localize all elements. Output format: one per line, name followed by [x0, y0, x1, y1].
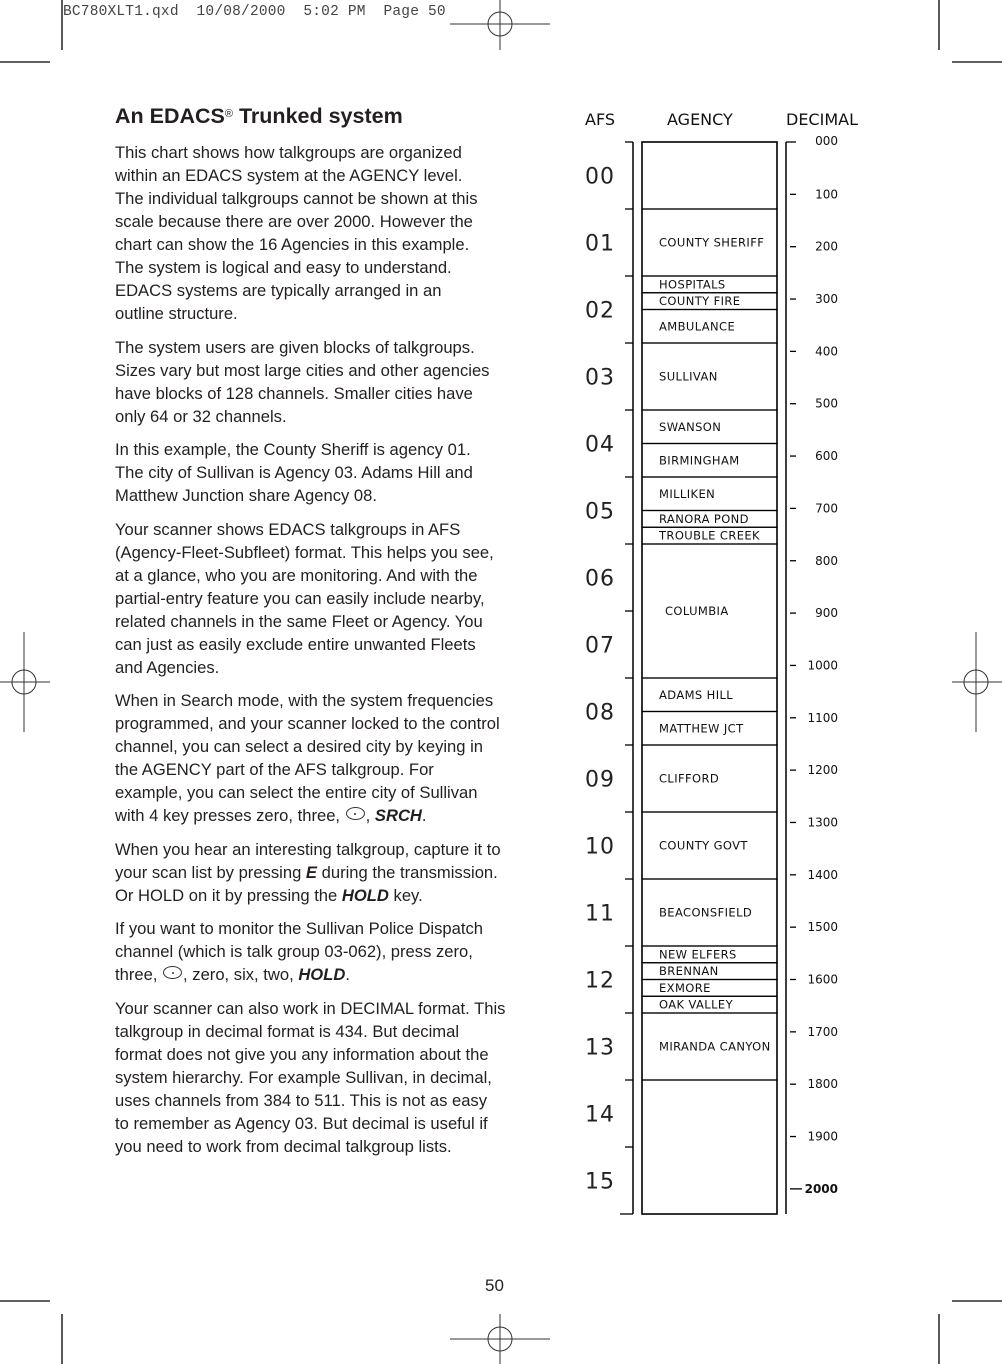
afs-label-01: 01	[585, 232, 615, 257]
decimal-label-1900: 1900	[807, 1130, 838, 1144]
agency-label: ADAMS HILL	[659, 688, 733, 702]
afs-label-05: 05	[585, 500, 615, 525]
afs-label-09: 09	[585, 768, 615, 793]
decimal-label-300: 300	[815, 292, 838, 306]
afs-label-06: 06	[585, 567, 615, 592]
decimal-label-1800: 1800	[807, 1077, 838, 1091]
afs-label-02: 02	[585, 299, 615, 324]
decimal-label-1400: 1400	[807, 868, 838, 882]
decimal-label-100: 100	[815, 187, 838, 201]
page-number: 50	[485, 1276, 504, 1295]
agency-label: MATTHEW JCT	[659, 721, 744, 735]
decimal-label-1700: 1700	[807, 1025, 838, 1039]
decimal-axis: 000 100 200 300 400 500 600 700 800 900 1000 1100 12…	[785, 134, 838, 1214]
decimal-label-1000: 1000	[807, 658, 838, 672]
afs-axis: 00 01 02 03 04 05 06 07 08 09 10 11 12 13 14 15	[585, 141, 634, 1215]
agency-label: COLUMBIA	[665, 604, 729, 618]
afs-label-10: 10	[585, 835, 615, 860]
decimal-label-1200: 1200	[807, 763, 838, 777]
agency-label: SWANSON	[659, 420, 721, 434]
agency-block	[641, 141, 778, 210]
afs-label-00: 00	[585, 165, 615, 190]
afs-label-11: 11	[585, 902, 615, 927]
decimal-label-900: 900	[815, 606, 838, 620]
decimal-label-700: 700	[815, 501, 838, 515]
afs-label-14: 14	[585, 1103, 615, 1128]
agency-label: SULLIVAN	[659, 370, 718, 384]
decimal-label-1500: 1500	[807, 920, 838, 934]
afs-label-03: 03	[585, 366, 615, 391]
agency-label: HOSPITALS	[659, 277, 726, 291]
agency-label: OAK VALLEY	[659, 998, 734, 1012]
column-header-afs: AFS	[585, 110, 615, 129]
column-header-decimal: DECIMAL	[786, 110, 858, 129]
decimal-label-1100: 1100	[807, 711, 838, 725]
agency-label: COUNTY SHERIFF	[659, 236, 764, 250]
decimal-label-800: 800	[815, 554, 838, 568]
decimal-label-1600: 1600	[807, 973, 838, 987]
agency-label: CLIFFORD	[659, 772, 719, 786]
decimal-label-1300: 1300	[807, 815, 838, 829]
afs-label-15: 15	[585, 1170, 615, 1195]
edacs-agency-chart: AFS AGENCY DECIMAL 00 01 02 03 04 05 06 07 08 09 1…	[585, 110, 858, 1215]
agency-label: RANORA POND	[659, 512, 749, 526]
afs-label-04: 04	[585, 433, 615, 458]
agency-label: AMBULANCE	[659, 319, 735, 333]
agency-label: BRENNAN	[659, 964, 719, 978]
agency-label: MILLIKEN	[659, 487, 715, 501]
decimal-label-400: 400	[815, 344, 838, 358]
afs-label-13: 13	[585, 1036, 615, 1061]
agency-label: EXMORE	[659, 981, 711, 995]
afs-label-08: 08	[585, 701, 615, 726]
decimal-label-500: 500	[815, 397, 838, 411]
decimal-label-2000: 2000	[805, 1182, 838, 1196]
decimal-label-600: 600	[815, 449, 838, 463]
afs-label-12: 12	[585, 969, 615, 994]
agency-label: COUNTY FIRE	[659, 294, 740, 308]
agency-label: BIRMINGHAM	[659, 453, 740, 467]
agency-label: NEW ELFERS	[659, 947, 737, 961]
agency-label: TROUBLE CREEK	[658, 529, 760, 543]
agency-column: COUNTY SHERIFF HOSPITALS COUNTY FIRE AMBULA…	[641, 141, 778, 1215]
decimal-label-200: 200	[815, 240, 838, 254]
agency-label: MIRANDA CANYON	[659, 1040, 771, 1054]
decimal-label-000: 000	[815, 134, 838, 148]
column-header-agency: AGENCY	[667, 110, 733, 129]
agency-label: BEACONSFIELD	[659, 906, 752, 920]
agency-label: COUNTY GOVT	[659, 839, 748, 853]
afs-label-07: 07	[585, 634, 615, 659]
agency-block	[641, 1079, 778, 1215]
